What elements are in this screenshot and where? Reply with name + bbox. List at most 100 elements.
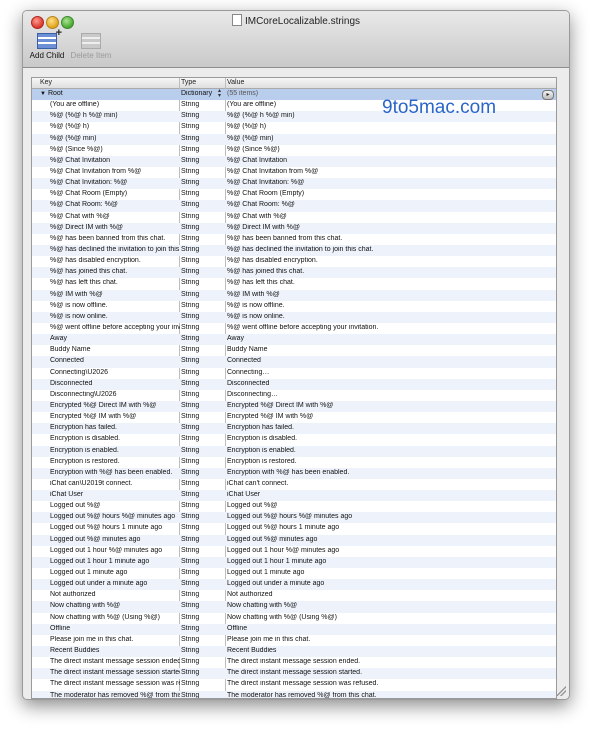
- table-row[interactable]: Logged out %@ hours 1 minute ago String Lo…: [32, 523, 556, 534]
- row-key-cell[interactable]: %@ has left this chat.: [50, 279, 180, 286]
- row-key-cell[interactable]: %@ has declined the invitation to join t…: [50, 246, 180, 253]
- row-value-cell[interactable]: Disconnecting…: [227, 391, 547, 398]
- table-row[interactable]: %@ Chat Invitation: %@ String %@ Chat Invi…: [32, 178, 556, 190]
- row-type-cell[interactable]: String: [181, 580, 225, 587]
- table-row[interactable]: Encryption has failed. String Encryption h…: [32, 423, 556, 435]
- row-type-cell[interactable]: String: [181, 224, 225, 231]
- row-key-cell[interactable]: %@ Chat Invitation: %@: [50, 179, 180, 186]
- row-type-cell[interactable]: String: [181, 190, 225, 197]
- row-value-cell[interactable]: iChat can't connect.: [227, 480, 547, 487]
- row-value-cell[interactable]: Logged out %@: [227, 502, 547, 509]
- row-value-cell[interactable]: Logged out %@ hours 1 minute ago: [227, 524, 547, 531]
- row-key-cell[interactable]: %@ Chat Room (Empty): [50, 190, 180, 197]
- row-key-cell[interactable]: Logged out %@ hours %@ minutes ago: [50, 513, 180, 520]
- row-key-cell[interactable]: Please join me in this chat.: [50, 636, 180, 643]
- table-row[interactable]: Now chatting with %@ (Using %@) String Now…: [32, 613, 556, 624]
- row-value-cell[interactable]: %@ has left this chat.: [227, 279, 547, 286]
- row-type-cell[interactable]: String: [181, 157, 225, 164]
- column-header-key[interactable]: Key: [40, 79, 52, 88]
- row-key-cell[interactable]: %@ Chat with %@: [50, 213, 180, 220]
- row-value-cell[interactable]: %@ has declined the invitation to join t…: [227, 246, 547, 253]
- row-value-cell[interactable]: Now chatting with %@: [227, 602, 547, 609]
- table-row[interactable]: Logged out %@ minutes ago String Logged ou…: [32, 534, 556, 546]
- row-key-cell[interactable]: The direct instant message session ended…: [50, 658, 180, 665]
- row-type-cell[interactable]: String: [181, 491, 225, 498]
- row-key-cell[interactable]: iChat can\U2019t connect.: [50, 480, 180, 487]
- row-value-cell[interactable]: %@ (%@ h): [227, 123, 547, 130]
- table-row[interactable]: Encryption with %@ has been enabled. Stri…: [32, 467, 556, 479]
- row-key-cell[interactable]: %@ Chat Room: %@: [50, 201, 180, 208]
- row-type-cell[interactable]: String: [181, 680, 225, 687]
- row-key-cell[interactable]: Encryption has failed.: [50, 424, 180, 431]
- row-value-cell[interactable]: %@ (%@ min): [227, 135, 547, 142]
- row-value-cell[interactable]: %@ has been banned from this chat.: [227, 235, 547, 242]
- row-key-cell[interactable]: iChat User: [50, 491, 180, 498]
- row-type-cell[interactable]: String: [181, 502, 225, 509]
- row-value-cell[interactable]: %@ Chat Room: %@: [227, 201, 547, 208]
- table-row[interactable]: Encrypted %@ IM with %@ String Encrypted %…: [32, 412, 556, 423]
- table-row[interactable]: %@ (Since %@) String %@ (Since %@): [32, 145, 556, 156]
- row-value-cell[interactable]: The direct instant message session was r…: [227, 680, 547, 687]
- row-key-cell[interactable]: %@ Chat Invitation from %@: [50, 168, 180, 175]
- resize-grip-icon[interactable]: [556, 686, 566, 696]
- table-row[interactable]: iChat can\U2019t connect. String iChat can…: [32, 479, 556, 490]
- table-row[interactable]: Disconnecting\U2026 String Disconnecting…: [32, 390, 556, 401]
- row-value-cell[interactable]: Now chatting with %@ (Using %@): [227, 614, 547, 621]
- row-type-cell[interactable]: String: [181, 313, 225, 320]
- row-type-cell[interactable]: String: [181, 380, 225, 387]
- row-type-cell[interactable]: String: [181, 213, 225, 220]
- row-value-cell[interactable]: Connecting…: [227, 369, 547, 376]
- row-key-cell[interactable]: %@ is now offline.: [50, 302, 180, 309]
- row-key-cell[interactable]: Logged out 1 minute ago: [50, 569, 180, 576]
- row-type-cell[interactable]: String: [181, 669, 225, 676]
- row-value-cell[interactable]: %@ (Since %@): [227, 146, 547, 153]
- table-row[interactable]: %@ is now online. String %@ is now online.: [32, 311, 556, 323]
- row-type-cell[interactable]: String: [181, 201, 225, 208]
- table-row[interactable]: Disconnected String Disconnected: [32, 378, 556, 390]
- row-type-cell[interactable]: String: [181, 279, 225, 286]
- table-row[interactable]: Logged out under a minute ago String Logge…: [32, 579, 556, 591]
- table-row[interactable]: Away String Away: [32, 334, 556, 346]
- row-type-cell[interactable]: String: [181, 402, 225, 409]
- row-value-cell[interactable]: Encryption is restored.: [227, 458, 547, 465]
- row-key-cell[interactable]: Logged out %@ hours 1 minute ago: [50, 524, 180, 531]
- table-row[interactable]: Logged out 1 minute ago String Logged out …: [32, 568, 556, 579]
- row-value-cell[interactable]: Logged out 1 minute ago: [227, 569, 547, 576]
- row-key-cell[interactable]: %@ has disabled encryption.: [50, 257, 180, 264]
- row-value-cell[interactable]: Offline: [227, 625, 547, 632]
- table-row[interactable]: %@ has joined this chat. String %@ has joi…: [32, 267, 556, 279]
- row-value-cell[interactable]: Disconnected: [227, 380, 547, 387]
- row-type-cell[interactable]: String: [181, 536, 225, 543]
- row-type-cell[interactable]: String: [181, 391, 225, 398]
- row-type-cell[interactable]: String: [181, 335, 225, 342]
- row-key-cell[interactable]: %@ (%@ h %@ min): [50, 112, 180, 119]
- row-value-cell[interactable]: %@ Chat Invitation: %@: [227, 179, 547, 186]
- table-row[interactable]: %@ Chat Invitation String %@ Chat Invitati…: [32, 155, 556, 167]
- row-type-cell[interactable]: String: [181, 458, 225, 465]
- table-row[interactable]: %@ Chat Room: %@ String %@ Chat Room: %@: [32, 200, 556, 212]
- row-type-cell[interactable]: String: [181, 625, 225, 632]
- row-value-cell[interactable]: %@ has joined this chat.: [227, 268, 547, 275]
- delete-item-button[interactable]: Delete Item: [65, 33, 117, 60]
- row-key-cell[interactable]: Offline: [50, 625, 180, 632]
- row-value-cell[interactable]: Logged out %@ minutes ago: [227, 536, 547, 543]
- row-key-cell[interactable]: %@ has joined this chat.: [50, 268, 180, 275]
- row-type-cell[interactable]: String: [181, 146, 225, 153]
- row-value-cell[interactable]: The moderator has removed %@ from this c…: [227, 692, 547, 698]
- row-value-cell[interactable]: Encrypted %@ Direct IM with %@: [227, 402, 547, 409]
- column-header-type[interactable]: Type: [181, 79, 196, 88]
- table-row[interactable]: Encryption is enabled. String Encryption i…: [32, 445, 556, 457]
- row-value-cell[interactable]: Encrypted %@ IM with %@: [227, 413, 547, 420]
- row-type-cell[interactable]: String: [181, 257, 225, 264]
- table-row[interactable]: %@ Direct IM with %@ String %@ Direct IM w…: [32, 222, 556, 234]
- row-type-cell[interactable]: String: [181, 447, 225, 454]
- row-type-cell[interactable]: String: [181, 168, 225, 175]
- row-type-cell[interactable]: String: [181, 480, 225, 487]
- row-type-cell[interactable]: String: [181, 302, 225, 309]
- row-type-cell[interactable]: String: [181, 569, 225, 576]
- row-type-cell[interactable]: String: [181, 346, 225, 353]
- table-row[interactable]: Encryption is restored. String Encryption …: [32, 457, 556, 468]
- row-type-cell[interactable]: String: [181, 692, 225, 698]
- row-value-cell[interactable]: The direct instant message session start…: [227, 669, 547, 676]
- type-stepper-icon[interactable]: ▴ ▾: [218, 88, 221, 99]
